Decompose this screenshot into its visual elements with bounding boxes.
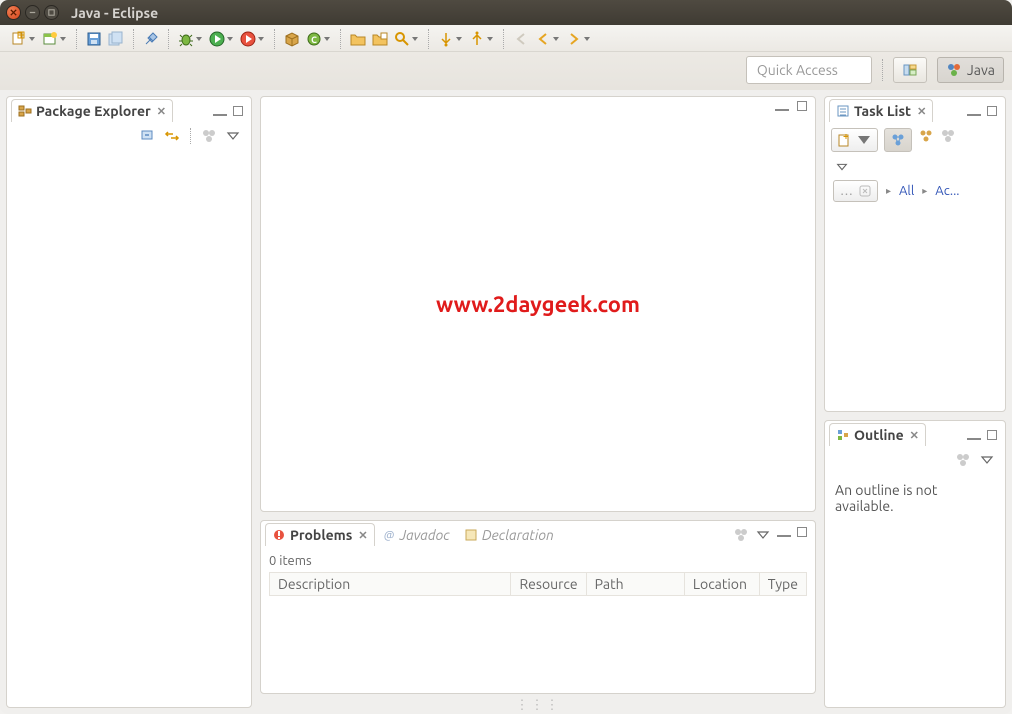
filter-activate[interactable]: Ac... bbox=[935, 184, 959, 198]
save-button[interactable] bbox=[83, 29, 105, 49]
editor-area[interactable]: www.2daygeek.com bbox=[260, 96, 816, 512]
run-last-button[interactable] bbox=[237, 29, 268, 49]
pin-button[interactable] bbox=[140, 29, 162, 49]
maximize-view-button[interactable] bbox=[233, 106, 243, 116]
maximize-view-button[interactable] bbox=[797, 527, 807, 537]
categorize-button[interactable] bbox=[884, 128, 912, 152]
search-button[interactable] bbox=[391, 29, 422, 49]
new-task-button[interactable] bbox=[831, 128, 878, 152]
link-editor-icon[interactable] bbox=[164, 128, 180, 144]
maximize-view-button[interactable] bbox=[987, 106, 997, 116]
package-explorer-view: Package Explorer ✕ bbox=[6, 96, 252, 708]
filter-all[interactable]: All bbox=[899, 184, 914, 198]
task-list-body[interactable] bbox=[825, 210, 1005, 411]
close-icon[interactable]: ✕ bbox=[157, 105, 166, 118]
nav-next-annotation[interactable] bbox=[466, 29, 497, 49]
new-class-button[interactable]: C bbox=[303, 29, 334, 49]
open-perspective-button[interactable] bbox=[893, 57, 927, 83]
task-find-box[interactable]: … bbox=[833, 180, 878, 202]
maximize-view-button[interactable] bbox=[987, 430, 997, 440]
nav-back-history[interactable] bbox=[532, 29, 563, 49]
debug-button[interactable] bbox=[175, 29, 206, 49]
problems-item-count: 0 items bbox=[269, 554, 807, 568]
col-path[interactable]: Path bbox=[586, 573, 684, 596]
task-list-title: Task List bbox=[854, 103, 911, 119]
focus-workweek-icon[interactable] bbox=[940, 128, 956, 144]
titlebar: Java - Eclipse bbox=[0, 0, 1012, 25]
outline-icon bbox=[836, 428, 850, 442]
minimize-view-button[interactable] bbox=[967, 106, 981, 116]
maximize-editor-button[interactable] bbox=[797, 101, 807, 111]
task-list-view: Task List ✕ bbox=[824, 96, 1006, 412]
outline-tab[interactable]: Outline ✕ bbox=[829, 423, 926, 446]
declaration-tab[interactable]: Declaration bbox=[457, 523, 561, 546]
focus-task-icon[interactable] bbox=[201, 128, 217, 144]
minimize-view-button[interactable] bbox=[967, 430, 981, 440]
col-type[interactable]: Type bbox=[759, 573, 806, 596]
nav-forward-history[interactable] bbox=[563, 29, 594, 49]
package-explorer-body[interactable] bbox=[7, 148, 251, 707]
col-description[interactable]: Description bbox=[270, 573, 511, 596]
focus-task-icon[interactable] bbox=[733, 527, 749, 543]
outline-empty-message: An outline is not available. bbox=[825, 472, 1005, 524]
workbench: Package Explorer ✕ bbox=[0, 90, 1012, 714]
task-list-icon bbox=[836, 104, 850, 118]
declaration-icon bbox=[464, 528, 478, 542]
nav-prev-annotation[interactable] bbox=[435, 29, 466, 49]
view-menu-icon[interactable] bbox=[225, 128, 241, 144]
scheduled-icon[interactable] bbox=[918, 128, 934, 144]
javadoc-icon: @ bbox=[382, 528, 396, 542]
package-explorer-icon bbox=[18, 104, 32, 118]
problems-table[interactable]: Description Resource Path Location Type bbox=[269, 572, 807, 596]
watermark-text: www.2daygeek.com bbox=[261, 292, 815, 317]
package-explorer-tab[interactable]: Package Explorer ✕ bbox=[11, 99, 173, 122]
open-task-button[interactable] bbox=[369, 29, 391, 49]
minimize-editor-button[interactable] bbox=[775, 101, 789, 111]
declaration-title: Declaration bbox=[482, 527, 554, 543]
problems-icon bbox=[272, 528, 286, 542]
new-wizard-button[interactable] bbox=[39, 29, 70, 49]
nav-back-disabled bbox=[510, 29, 532, 49]
window-close-button[interactable] bbox=[6, 5, 21, 20]
col-resource[interactable]: Resource bbox=[511, 573, 586, 596]
perspective-java-label: Java bbox=[967, 62, 995, 78]
close-icon[interactable]: ✕ bbox=[910, 429, 919, 442]
col-location[interactable]: Location bbox=[684, 573, 759, 596]
svg-text:@: @ bbox=[383, 530, 393, 542]
bottom-tabbed-view: Problems ✕ @ Javadoc Declaration bbox=[260, 520, 816, 694]
collapse-all-icon[interactable] bbox=[140, 128, 156, 144]
view-menu-icon[interactable] bbox=[755, 527, 771, 543]
close-icon[interactable]: ✕ bbox=[358, 529, 367, 542]
window-minimize-button[interactable] bbox=[25, 5, 40, 20]
minimize-view-button[interactable] bbox=[777, 527, 791, 537]
perspective-java[interactable]: Java bbox=[937, 57, 1004, 83]
outline-title: Outline bbox=[854, 427, 904, 443]
window-title: Java - Eclipse bbox=[71, 5, 158, 21]
close-icon[interactable]: ✕ bbox=[917, 105, 926, 118]
run-button[interactable] bbox=[206, 29, 237, 49]
clear-icon[interactable] bbox=[859, 185, 871, 197]
view-menu-icon[interactable] bbox=[979, 452, 995, 468]
javadoc-title: Javadoc bbox=[400, 527, 450, 543]
new-button[interactable] bbox=[8, 29, 39, 49]
package-explorer-title: Package Explorer bbox=[36, 103, 151, 119]
problems-tab[interactable]: Problems ✕ bbox=[265, 523, 375, 546]
save-all-button[interactable] bbox=[105, 29, 127, 49]
window-maximize-button[interactable] bbox=[44, 5, 59, 20]
main-toolbar: C bbox=[0, 25, 1012, 52]
quick-access-input[interactable]: Quick Access bbox=[746, 56, 872, 84]
problems-title: Problems bbox=[290, 527, 352, 543]
task-list-tab[interactable]: Task List ✕ bbox=[829, 99, 933, 122]
focus-task-icon[interactable] bbox=[955, 452, 971, 468]
javadoc-tab[interactable]: @ Javadoc bbox=[375, 523, 457, 546]
new-package-button[interactable] bbox=[281, 29, 303, 49]
perspective-bar: Quick Access Java bbox=[0, 52, 1012, 90]
outline-view: Outline ✕ An outline is not available. bbox=[824, 420, 1006, 708]
view-menu-icon[interactable] bbox=[835, 160, 849, 174]
minimize-view-button[interactable] bbox=[213, 106, 227, 116]
open-type-button[interactable] bbox=[347, 29, 369, 49]
svg-text:C: C bbox=[311, 35, 317, 45]
sash-handle[interactable]: ⋮⋮⋮ bbox=[260, 702, 816, 708]
